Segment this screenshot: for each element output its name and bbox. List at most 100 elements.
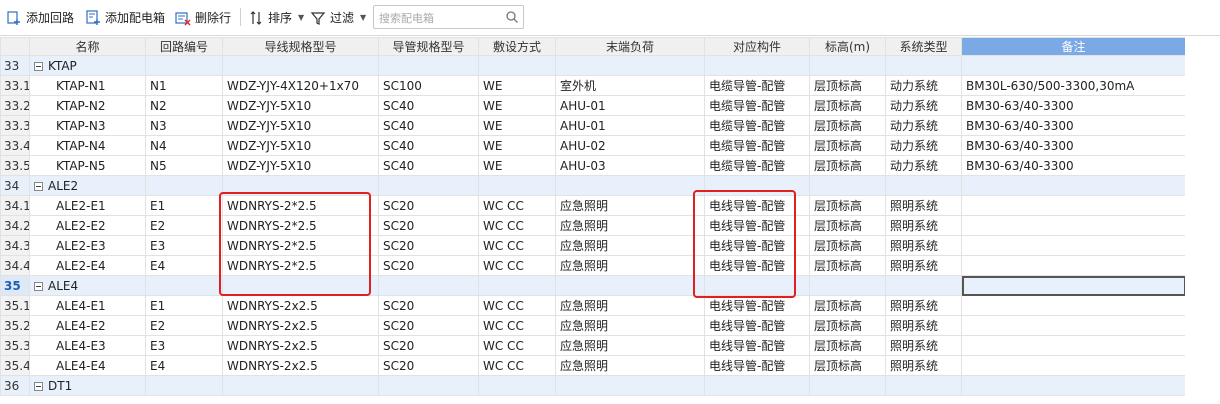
table-cell[interactable]: 层顶标高 <box>809 75 886 96</box>
table-cell[interactable]: BM30-63/40-3300 <box>961 115 1186 136</box>
table-row[interactable]: 35.4 ALE4-E4 E4 WDNRYS-2x2.5 SC20 WC CC 应急照明 电线… <box>0 355 1186 376</box>
table-cell[interactable]: E1 <box>145 195 223 216</box>
add-circuit-button[interactable]: 添加回路 <box>6 0 74 35</box>
table-cell[interactable]: WDNRYS-2x2.5 <box>222 315 379 336</box>
table-cell[interactable]: 电缆导管-配管 <box>704 95 810 116</box>
table-cell[interactable]: SC100 <box>378 75 479 96</box>
table-cell[interactable]: 照明系统 <box>885 335 962 356</box>
circuit-name-cell[interactable]: KTAP-N3 <box>29 115 146 136</box>
table-cell[interactable]: 层顶标高 <box>809 355 886 376</box>
table-row[interactable]: 33.1 KTAP-N1 N1 WDZ-YJY-4X120+1x70 SC100 WE 室外… <box>0 75 1186 96</box>
circuit-name-cell[interactable]: ALE2-E2 <box>29 215 146 236</box>
table-cell[interactable]: SC20 <box>378 255 479 276</box>
table-cell[interactable]: 电线导管-配管 <box>704 195 810 216</box>
table-cell[interactable]: WDNRYS-2*2.5 <box>222 195 379 216</box>
table-cell[interactable]: 应急照明 <box>555 255 705 276</box>
column-header[interactable]: 末端负荷 <box>555 37 705 56</box>
empty-cell[interactable] <box>704 175 810 196</box>
table-cell[interactable]: AHU-01 <box>555 115 705 136</box>
table-cell[interactable]: 照明系统 <box>885 235 962 256</box>
table-cell[interactable]: 层顶标高 <box>809 95 886 116</box>
table-cell[interactable]: WE <box>478 75 556 96</box>
circuit-name-cell[interactable]: ALE2-E4 <box>29 255 146 276</box>
table-cell[interactable]: SC20 <box>378 355 479 376</box>
table-cell[interactable]: WDZ-YJY-5X10 <box>222 135 379 156</box>
empty-cell[interactable] <box>555 175 705 196</box>
column-header[interactable]: 备注 <box>961 37 1186 56</box>
empty-cell[interactable] <box>809 375 886 396</box>
table-cell[interactable]: 电线导管-配管 <box>704 315 810 336</box>
table-cell[interactable]: WE <box>478 95 556 116</box>
table-row[interactable]: 34.1 ALE2-E1 E1 WDNRYS-2*2.5 SC20 WC CC 应急照明 电线… <box>0 195 1186 216</box>
table-cell[interactable]: N1 <box>145 75 223 96</box>
column-header[interactable]: 标高(m) <box>809 37 886 56</box>
table-cell[interactable]: WC CC <box>478 255 556 276</box>
table-cell[interactable]: 照明系统 <box>885 255 962 276</box>
table-cell[interactable]: 电线导管-配管 <box>704 335 810 356</box>
table-cell[interactable]: 动力系统 <box>885 135 962 156</box>
empty-cell[interactable] <box>704 55 810 76</box>
table-cell[interactable]: 照明系统 <box>885 215 962 236</box>
table-row[interactable]: 34.3 ALE2-E3 E3 WDNRYS-2*2.5 SC20 WC CC 应急照明 电线… <box>0 235 1186 256</box>
table-cell[interactable]: AHU-01 <box>555 95 705 116</box>
table-cell[interactable]: WDNRYS-2*2.5 <box>222 235 379 256</box>
empty-cell[interactable] <box>222 175 379 196</box>
empty-cell[interactable] <box>555 275 705 296</box>
table-cell[interactable]: 层顶标高 <box>809 235 886 256</box>
table-cell[interactable]: WDNRYS-2x2.5 <box>222 295 379 316</box>
table-cell[interactable]: 层顶标高 <box>809 255 886 276</box>
table-cell[interactable]: WDZ-YJY-5X10 <box>222 155 379 176</box>
table-cell[interactable]: 层顶标高 <box>809 195 886 216</box>
table-row[interactable]: 35.2 ALE4-E2 E2 WDNRYS-2x2.5 SC20 WC CC 应急照明 电线… <box>0 315 1186 336</box>
table-cell[interactable]: E4 <box>145 355 223 376</box>
table-cell[interactable]: 室外机 <box>555 75 705 96</box>
empty-cell[interactable] <box>378 275 479 296</box>
collapse-icon[interactable] <box>34 61 43 71</box>
table-cell[interactable]: WC CC <box>478 295 556 316</box>
table-cell[interactable]: 层顶标高 <box>809 135 886 156</box>
empty-cell[interactable] <box>555 375 705 396</box>
table-cell[interactable]: 电线导管-配管 <box>704 255 810 276</box>
column-header[interactable]: 系统类型 <box>885 37 962 56</box>
empty-cell[interactable] <box>961 375 1186 396</box>
table-cell[interactable] <box>961 295 1186 316</box>
table-row[interactable]: 35.3 ALE4-E3 E3 WDNRYS-2x2.5 SC20 WC CC 应急照明 电线… <box>0 335 1186 356</box>
search-input[interactable] <box>377 8 506 28</box>
table-cell[interactable]: N5 <box>145 155 223 176</box>
delete-row-button[interactable]: 删除行 <box>175 0 231 35</box>
table-cell[interactable]: 照明系统 <box>885 355 962 376</box>
table-cell[interactable]: AHU-02 <box>555 135 705 156</box>
table-cell[interactable]: N2 <box>145 95 223 116</box>
group-row[interactable]: 33 KTAP <box>0 55 1186 76</box>
table-cell[interactable]: E1 <box>145 295 223 316</box>
empty-cell[interactable] <box>378 375 479 396</box>
group-name-cell[interactable]: ALE2 <box>29 175 146 196</box>
table-cell[interactable]: 应急照明 <box>555 195 705 216</box>
table-cell[interactable]: 层顶标高 <box>809 215 886 236</box>
column-header[interactable]: 对应构件 <box>704 37 810 56</box>
table-cell[interactable]: WDNRYS-2*2.5 <box>222 215 379 236</box>
table-cell[interactable]: WC CC <box>478 215 556 236</box>
table-cell[interactable]: E2 <box>145 315 223 336</box>
circuit-name-cell[interactable]: KTAP-N4 <box>29 135 146 156</box>
table-cell[interactable]: E2 <box>145 215 223 236</box>
table-cell[interactable]: WC CC <box>478 315 556 336</box>
empty-cell[interactable] <box>809 275 886 296</box>
table-row[interactable]: 35.1 ALE4-E1 E1 WDNRYS-2x2.5 SC20 WC CC 应急照明 电线… <box>0 295 1186 316</box>
empty-cell[interactable] <box>809 175 886 196</box>
table-cell[interactable]: 照明系统 <box>885 195 962 216</box>
circuit-name-cell[interactable]: ALE4-E1 <box>29 295 146 316</box>
empty-cell[interactable] <box>961 275 1186 296</box>
table-cell[interactable]: AHU-03 <box>555 155 705 176</box>
table-cell[interactable] <box>961 335 1186 356</box>
circuit-name-cell[interactable]: KTAP-N2 <box>29 95 146 116</box>
table-cell[interactable]: 层顶标高 <box>809 155 886 176</box>
add-box-button[interactable]: 添加配电箱 <box>85 0 165 35</box>
filter-button[interactable]: 过滤 ▼ <box>310 0 366 35</box>
table-cell[interactable]: BM30-63/40-3300 <box>961 135 1186 156</box>
table-cell[interactable]: 层顶标高 <box>809 315 886 336</box>
empty-cell[interactable] <box>222 55 379 76</box>
table-cell[interactable]: SC40 <box>378 155 479 176</box>
table-cell[interactable]: SC40 <box>378 115 479 136</box>
group-row[interactable]: 35 ALE4 <box>0 275 1186 296</box>
